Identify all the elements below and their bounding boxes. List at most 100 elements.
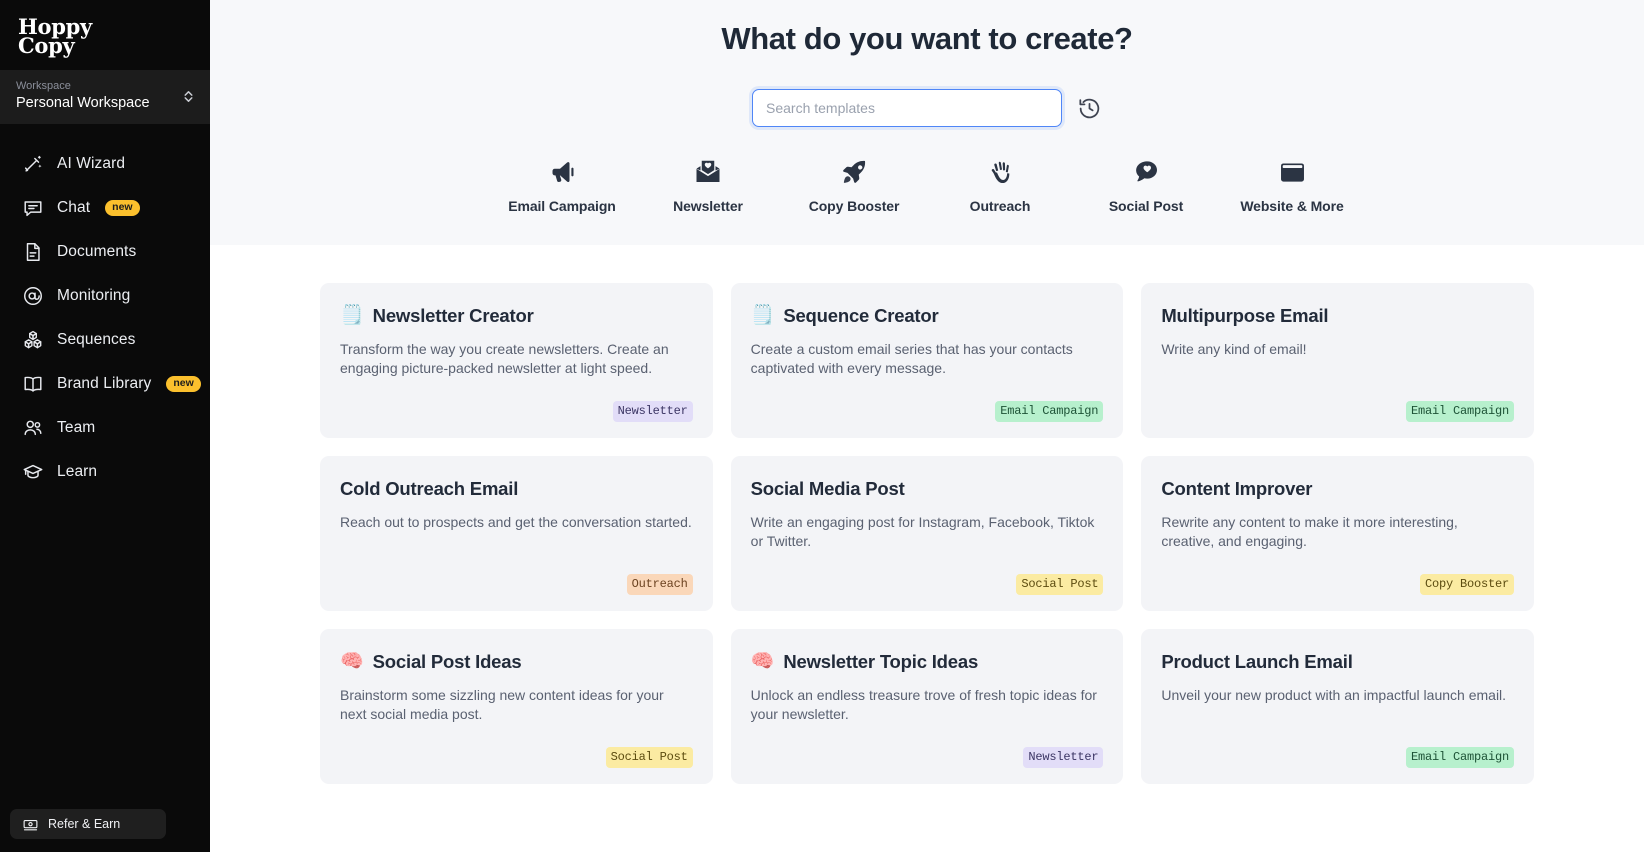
category-badge: Outreach [626,574,693,595]
open-book-icon [22,373,44,395]
sidebar-item-team[interactable]: Team [0,406,210,450]
chevron-updown-icon [181,89,196,104]
card-header: 🧠 Newsletter Topic Ideas [751,651,1104,673]
category-newsletter[interactable]: Newsletter [635,157,781,214]
rocket-icon [839,157,869,187]
card-badge-row: Email Campaign [751,383,1104,422]
category-label: Outreach [969,198,1031,214]
sidebar-item-brand-library[interactable]: Brand Library new [0,362,210,406]
sidebar-item-documents[interactable]: Documents [0,230,210,274]
category-copy-booster[interactable]: Copy Booster [781,157,927,214]
card-description: Write an engaging post for Instagram, Fa… [750,514,1095,549]
brain-emoji-icon: 🧠 [750,651,775,672]
app-logo[interactable]: Hoppy Copy [0,0,210,62]
document-icon [22,241,44,263]
refer-and-earn-label: Refer & Earn [48,817,121,831]
category-badge: Newsletter [612,401,693,422]
sidebar-item-label: Chat [57,199,91,216]
card-header: Multipurpose Email [1161,305,1514,327]
main-content: What do you want to create? Search templ… [210,0,1644,852]
template-card[interactable]: Multipurpose Email Write any kind of ema… [1141,283,1534,438]
template-card[interactable]: Product Launch Email Unveil your new pro… [1141,629,1534,784]
search-input[interactable] [766,100,1048,116]
history-clock-icon[interactable] [1076,95,1102,121]
card-header: Social Media Post [751,478,1104,500]
card-description: Create a custom email series that has yo… [750,341,1073,376]
card-badge-row: Social Post [340,729,693,768]
card-header: 🧠 Social Post Ideas [340,651,693,673]
notepad-emoji-icon: 🗒️ [340,305,364,326]
card-description: Brainstorm some sizzling new content ide… [340,687,664,722]
templates-scroll-area[interactable]: 🗒️ Newsletter Creator Transform the way … [210,245,1644,852]
card-title: Social Media Post [750,478,905,499]
template-card[interactable]: 🧠 Newsletter Topic Ideas Unlock an endle… [730,629,1124,784]
template-card[interactable]: Cold Outreach Email Reach out to prospec… [320,456,713,611]
category-label: Email Campaign [508,198,616,214]
new-badge: new [105,200,140,216]
category-badge: Email Campaign [1405,401,1514,422]
sidebar-nav: AI Wizard Chat new Documents Monitoring … [0,142,210,494]
sidebar-item-label: Learn [57,463,98,480]
magic-wand-icon [22,153,44,175]
category-label: Newsletter [673,198,743,214]
category-label: Copy Booster [808,198,900,214]
notepad-emoji-icon: 🗒️ [750,305,775,326]
waving-hand-icon [986,157,1015,187]
users-icon [22,417,44,439]
card-header: Product Launch Email [1161,651,1514,673]
template-card[interactable]: Social Media Post Write an engaging post… [730,456,1124,611]
category-badge: Email Campaign [1405,747,1514,768]
card-description: Reach out to prospects and get the conve… [340,514,692,530]
sidebar-item-ai-wizard[interactable]: AI Wizard [0,142,210,186]
hero-section: What do you want to create? Search templ… [210,0,1644,245]
category-social-post[interactable]: Social Post [1073,157,1219,214]
browser-window-icon [1278,157,1307,187]
money-icon [22,816,39,833]
refer-and-earn-button[interactable]: Refer & Earn [10,809,166,839]
template-card[interactable]: 🧠 Social Post Ideas Brainstorm some sizz… [320,629,713,784]
card-badge-row: Social Post [751,556,1104,595]
card-title: Content Improver [1161,478,1313,499]
category-label: Website & More [1240,198,1344,214]
category-outreach[interactable]: Outreach [927,157,1073,214]
template-card[interactable]: 🗒️ Newsletter Creator Transform the way … [320,283,713,438]
sidebar-item-label: Sequences [57,331,136,348]
card-badge-row: Newsletter [340,383,693,422]
category-email-campaign[interactable]: Email Campaign [489,157,635,214]
workspace-name: Personal Workspace [16,95,150,111]
envelope-heart-icon [693,157,723,187]
search-input-wrapper[interactable] [752,89,1062,127]
new-badge: new [166,376,201,392]
card-header: 🗒️ Sequence Creator [751,305,1104,327]
workspace-label: Workspace [16,80,71,92]
sidebar-item-label: Brand Library [57,375,152,392]
category-filters: Email Campaign Newsletter Copy Booster O… [489,157,1365,214]
category-badge: Social Post [605,747,693,768]
card-title: Product Launch Email [1161,651,1353,672]
template-card[interactable]: Content Improver Rewrite any content to … [1141,456,1534,611]
brain-emoji-icon: 🧠 [340,651,364,672]
card-title: Social Post Ideas [372,651,522,672]
sidebar-item-chat[interactable]: Chat new [0,186,210,230]
card-header: Cold Outreach Email [340,478,693,500]
blocks-icon [22,329,44,351]
at-circle-icon [22,285,44,307]
card-badge-row: Email Campaign [1161,729,1514,768]
sidebar-item-sequences[interactable]: Sequences [0,318,210,362]
sidebar-item-monitoring[interactable]: Monitoring [0,274,210,318]
card-description: Unveil your new product with an impactfu… [1161,687,1507,703]
workspace-switcher[interactable]: Workspace Personal Workspace [0,70,210,124]
sidebar-item-label: Team [57,419,96,436]
card-badge-row: Email Campaign [1161,383,1514,422]
template-card[interactable]: 🗒️ Sequence Creator Create a custom emai… [730,283,1124,438]
card-header: 🗒️ Newsletter Creator [340,305,693,327]
chat-bubble-icon [22,197,44,219]
category-website-and-more[interactable]: Website & More [1219,157,1365,214]
sidebar-item-learn[interactable]: Learn [0,450,210,494]
card-title: Multipurpose Email [1161,305,1329,326]
category-badge: Copy Booster [1419,574,1514,595]
card-title: Newsletter Creator [372,305,534,326]
card-description: Unlock an endless treasure trove of fres… [750,687,1097,722]
megaphone-icon [547,157,577,187]
category-badge: Newsletter [1023,747,1104,768]
